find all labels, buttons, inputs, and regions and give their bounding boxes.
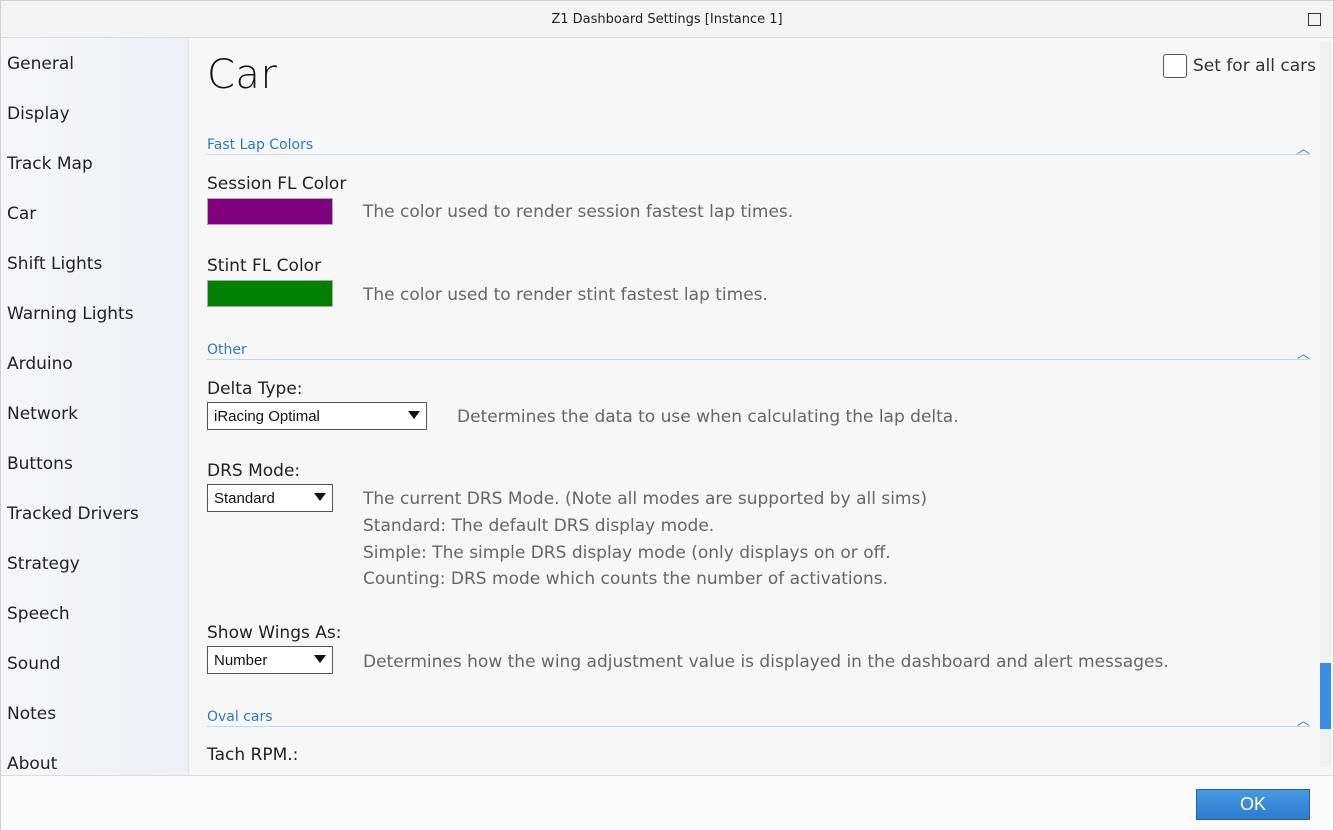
show-wings-value: Number [214,652,268,669]
sidebar-item-shift-lights[interactable]: Shift Lights [7,254,102,274]
sidebar-item-warning-lights[interactable]: Warning Lights [7,304,134,324]
dropdown-arrow-icon [408,411,420,419]
vertical-scrollbar[interactable] [1320,42,1331,767]
sidebar-item-speech[interactable]: Speech [7,604,70,624]
stint-fl-color-description: The color used to render stint fastest l… [363,285,768,305]
session-fl-color-description: The color used to render session fastest… [363,202,794,222]
chevron-up-icon[interactable]: ︿ [1297,343,1310,362]
section-title: Fast Lap Colors [207,137,314,153]
sidebar-item-buttons[interactable]: Buttons [7,454,73,474]
settings-window: Z1 Dashboard Settings [Instance 1] Gener… [0,0,1334,830]
section-title: Oval cars [207,709,273,725]
sidebar-item-car[interactable]: Car [7,204,36,224]
delta-type-value: iRacing Optimal [214,408,320,425]
drs-mode-description-line-4: Counting: DRS mode which counts the numb… [363,569,889,589]
sidebar-item-sound[interactable]: Sound [7,654,61,674]
chevron-up-icon[interactable]: ︿ [1297,710,1310,729]
show-wings-label: Show Wings As: [207,623,342,643]
chevron-up-icon[interactable]: ︿ [1297,138,1310,157]
section-header-fast-lap-colors[interactable]: Fast Lap Colors ︿ [207,137,1310,157]
ok-button[interactable]: OK [1196,789,1310,820]
sidebar: General Display Track Map Car Shift Ligh… [1,38,189,775]
set-all-cars-checkbox[interactable]: Set for all cars [1163,54,1316,78]
page-title: Car [207,52,278,98]
show-wings-description: Determines how the wing adjustment value… [363,652,1169,672]
footer: OK [1,775,1333,830]
drs-mode-description-line-3: Simple: The simple DRS display mode (onl… [363,543,891,563]
sidebar-item-track-map[interactable]: Track Map [7,154,93,174]
tach-rpm-label: Tach RPM.: [207,745,299,765]
sidebar-item-strategy[interactable]: Strategy [7,554,80,574]
sidebar-item-display[interactable]: Display [7,104,70,124]
title-bar: Z1 Dashboard Settings [Instance 1] [1,1,1333,38]
section-title: Other [207,342,247,358]
sidebar-item-general[interactable]: General [7,54,74,74]
sidebar-item-about[interactable]: About [7,754,57,774]
drs-mode-select[interactable]: Standard [207,484,333,512]
session-fl-color-swatch[interactable] [207,198,333,225]
section-header-oval-cars[interactable]: Oval cars ︿ [207,709,1310,729]
section-header-other[interactable]: Other ︿ [207,342,1310,362]
stint-fl-color-label: Stint FL Color [207,256,322,276]
delta-type-description: Determines the data to use when calculat… [457,407,959,427]
maximize-icon[interactable] [1308,13,1321,26]
drs-mode-description-line-1: The current DRS Mode. (Note all modes ar… [363,489,927,509]
drs-mode-label: DRS Mode: [207,461,301,481]
sidebar-item-notes[interactable]: Notes [7,704,56,724]
set-all-cars-label: Set for all cars [1193,56,1316,76]
session-fl-color-label: Session FL Color [207,174,347,194]
show-wings-select[interactable]: Number [207,646,333,674]
sidebar-item-arduino[interactable]: Arduino [7,354,73,374]
dropdown-arrow-icon [314,493,326,501]
sidebar-item-network[interactable]: Network [7,404,78,424]
delta-type-select[interactable]: iRacing Optimal [207,402,427,430]
drs-mode-description-line-2: Standard: The default DRS display mode. [363,516,715,536]
delta-type-label: Delta Type: [207,379,303,399]
checkbox-box[interactable] [1163,54,1187,78]
dropdown-arrow-icon [314,655,326,663]
stint-fl-color-swatch[interactable] [207,280,333,307]
scrollbar-thumb[interactable] [1320,663,1331,729]
settings-content: Car Set for all cars Fast Lap Colors ︿ S… [189,38,1333,775]
sidebar-item-tracked-drivers[interactable]: Tracked Drivers [7,504,139,524]
window-title: Z1 Dashboard Settings [Instance 1] [551,12,783,27]
drs-mode-value: Standard [214,490,275,507]
